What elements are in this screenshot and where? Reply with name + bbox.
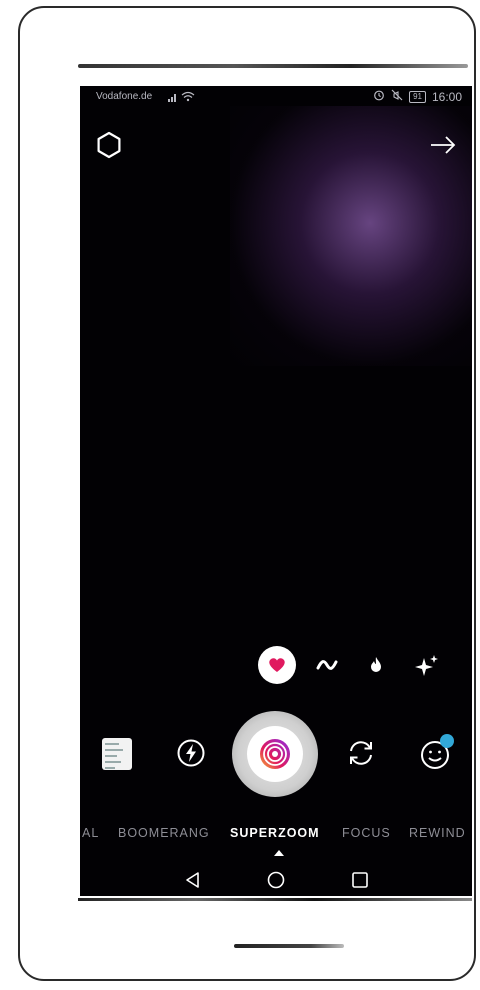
camera-controls [80,706,472,806]
mode-boomerang[interactable]: BOOMERANG [118,826,210,840]
shutter-inner [247,726,303,782]
capture-mode-selector: AL BOOMERANG SUPERZOOM FOCUS REWIND [80,826,472,846]
alarm-icon [373,89,385,104]
status-right: 91 16:00 [373,89,462,104]
system-navbar [80,864,472,896]
back-button[interactable] [183,870,203,890]
mode-rewind[interactable]: REWIND [409,826,466,840]
superzoom-icon [260,739,290,769]
mute-icon [391,89,403,104]
mode-selected-caret [274,850,284,856]
camera-settings-button[interactable] [94,130,124,160]
battery-indicator: 91 [409,90,426,103]
recents-square-icon [352,872,368,888]
arrow-right-icon [431,136,456,154]
back-triangle-icon [186,872,199,888]
recents-button[interactable] [350,870,370,890]
gallery-thumbnail[interactable] [102,738,132,770]
mode-focus[interactable]: FOCUS [342,826,391,840]
forward-button[interactable] [428,130,458,160]
status-bar: Vodafone.de 91 16:00 [80,86,472,108]
shutter-button[interactable] [232,711,318,797]
carrier-label: Vodafone.de [96,91,153,102]
effect-fire[interactable] [357,646,395,684]
home-circle-icon [267,871,285,889]
heart-icon [269,658,285,672]
phone-frame: Vodafone.de 91 16:00 AL BOOMERANG SUPERZ… [18,6,476,981]
top-edge-line [78,64,468,68]
effect-more-partial[interactable] [458,646,472,684]
notification-dot [440,734,454,748]
sparkle-icon [415,655,438,676]
signal-wifi-icon [168,91,196,105]
mode-superzoom[interactable]: SUPERZOOM [230,826,320,840]
home-button[interactable] [266,870,286,890]
settings-hexagon-icon [97,131,121,159]
effect-wave[interactable] [308,646,346,684]
clock: 16:00 [431,89,462,104]
flip-camera-icon [350,741,372,765]
phone-home-grille [234,944,344,948]
effect-sparkle[interactable] [408,646,446,684]
camera-screen: Vodafone.de 91 16:00 AL BOOMERANG SUPERZ… [80,86,472,896]
partial-effect-icon [470,656,472,674]
mode-normal-partial[interactable]: AL [82,826,99,840]
flip-camera-button[interactable] [346,738,376,768]
bottom-edge-line [78,898,472,901]
effect-heart[interactable] [258,646,296,684]
fire-icon [371,657,381,672]
wave-icon [316,660,338,670]
flash-button[interactable] [176,738,206,768]
flash-icon [177,739,205,767]
effects-tray [80,646,472,686]
